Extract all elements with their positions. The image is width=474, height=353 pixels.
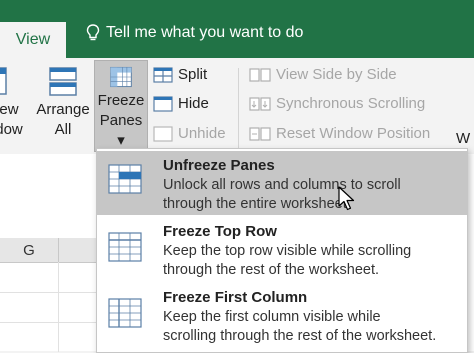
hide-label: Hide xyxy=(178,95,209,112)
reset-window-position-icon xyxy=(249,126,271,141)
arrange-all-label-2: All xyxy=(54,121,72,138)
row-gridline xyxy=(0,322,100,323)
hide-button[interactable]: Hide xyxy=(153,95,209,112)
split-label: Split xyxy=(178,66,208,83)
reset-window-position-button[interactable]: Reset Window Position xyxy=(249,125,430,142)
column-header-g[interactable]: G xyxy=(0,238,59,262)
menu-item-freeze-top-row[interactable]: Freeze Top Row Keep the top row visible … xyxy=(97,217,467,281)
reset-window-position-label: Reset Window Position xyxy=(276,125,431,142)
freeze-first-column-title: Freeze First Column xyxy=(163,289,308,306)
freeze-panes-icon xyxy=(110,66,132,88)
synchronous-scrolling-icon xyxy=(249,96,271,111)
unfreeze-panes-desc-2: through the entire worksheet. xyxy=(163,196,351,212)
freeze-first-column-icon xyxy=(108,298,142,328)
menu-item-unfreeze-panes[interactable]: Unfreeze Panes Unlock all rows and colum… xyxy=(97,151,467,215)
freeze-panes-menu: Unfreeze Panes Unlock all rows and colum… xyxy=(96,148,468,353)
view-side-by-side-button[interactable]: View Side by Side xyxy=(249,66,397,83)
split-icon xyxy=(153,66,173,83)
synchronous-scrolling-button[interactable]: Synchronous Scrolling xyxy=(249,95,425,112)
new-window-button[interactable]: ew dow xyxy=(0,62,23,140)
unhide-label: Unhide xyxy=(178,125,226,142)
arrange-all-label-1: Arrange xyxy=(36,101,90,118)
row-gridline xyxy=(0,292,100,293)
arrange-all-button[interactable]: Arrange All xyxy=(34,62,92,140)
freeze-top-row-title: Freeze Top Row xyxy=(163,223,277,240)
switch-windows-label-cut[interactable]: W xyxy=(456,130,470,147)
column-header-row: G xyxy=(0,238,100,263)
ribbon-view: ew dow Arrange All Freeze Panes ▾ xyxy=(0,58,474,155)
tell-me-text: Tell me what you want to do xyxy=(106,24,304,41)
freeze-first-column-desc-2: scrolling through the rest of the worksh… xyxy=(163,328,437,344)
unfreeze-panes-title: Unfreeze Panes xyxy=(163,157,275,174)
unfreeze-panes-icon xyxy=(108,164,142,194)
freeze-panes-label-1: Freeze xyxy=(97,92,145,109)
tab-view[interactable]: View xyxy=(0,22,66,58)
arrange-all-icon xyxy=(49,67,77,96)
menu-item-freeze-first-column[interactable]: Freeze First Column Keep the first colum… xyxy=(97,283,467,349)
column-gridline xyxy=(58,262,59,352)
new-window-label-1: ew xyxy=(0,101,19,118)
tell-me-search[interactable]: Tell me what you want to do xyxy=(86,24,303,42)
unhide-icon xyxy=(153,125,173,142)
freeze-top-row-desc-2: through the rest of the worksheet. xyxy=(163,262,380,278)
synchronous-scrolling-label: Synchronous Scrolling xyxy=(276,95,426,112)
split-button[interactable]: Split xyxy=(153,66,207,83)
freeze-first-column-desc-1: Keep the first column visible while xyxy=(163,309,381,325)
unhide-button[interactable]: Unhide xyxy=(153,125,226,142)
freeze-top-row-icon xyxy=(108,232,142,262)
freeze-panes-button[interactable]: Freeze Panes ▾ xyxy=(94,60,148,152)
new-window-icon xyxy=(0,67,7,95)
new-window-label-2: dow xyxy=(0,121,23,138)
side-by-side-icon xyxy=(249,67,271,82)
lightbulb-icon xyxy=(86,24,100,41)
view-side-by-side-label: View Side by Side xyxy=(276,66,397,83)
freeze-panes-label-2: Panes ▾ xyxy=(99,112,143,149)
hide-icon xyxy=(153,95,173,112)
unfreeze-panes-desc-1: Unlock all rows and columns to scroll xyxy=(163,177,401,193)
ribbon-separator xyxy=(238,68,239,148)
mouse-pointer-icon xyxy=(338,186,355,211)
freeze-top-row-desc-1: Keep the top row visible while scrolling xyxy=(163,243,412,259)
